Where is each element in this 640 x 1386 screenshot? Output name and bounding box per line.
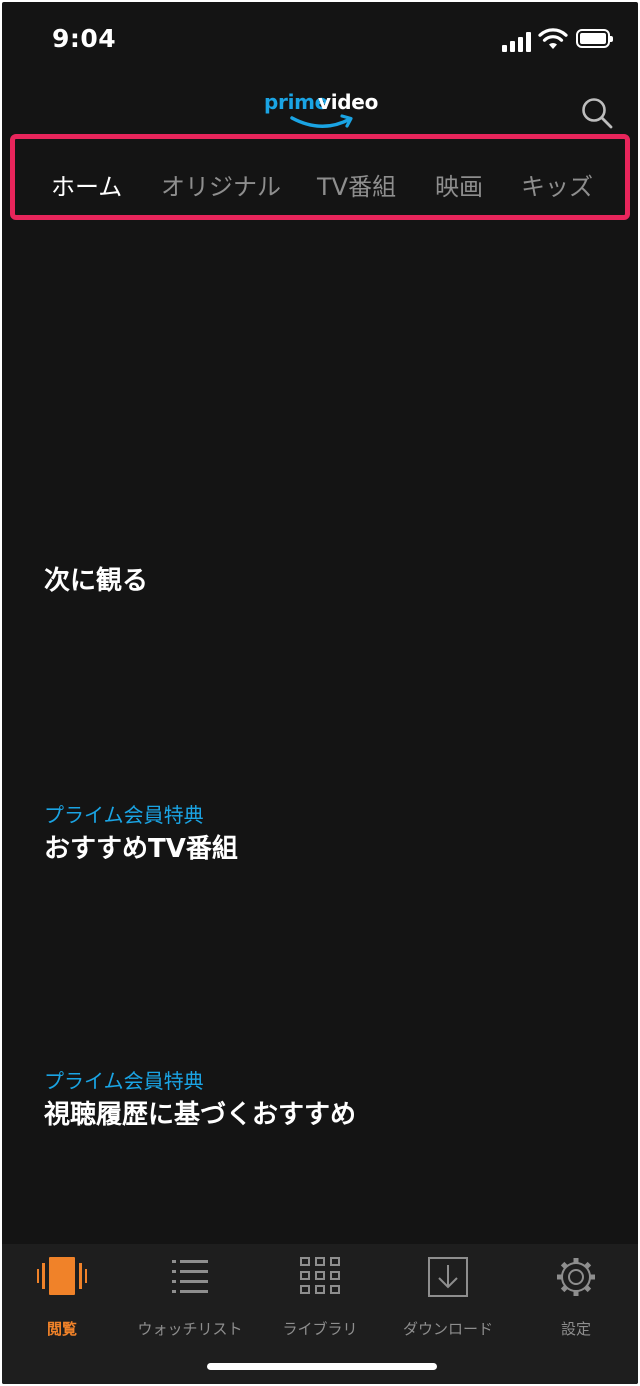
section-subtitle-prime-benefit: プライム会員特典 — [44, 803, 204, 827]
section-title-history-recommendations: 視聴履歴に基づくおすすめ — [44, 1100, 357, 1130]
home-indicator[interactable] — [207, 1363, 437, 1370]
wifi-icon — [538, 28, 568, 49]
nav-downloads-label: ダウンロード — [402, 1320, 493, 1338]
tab-home[interactable]: ホーム — [51, 167, 122, 202]
nav-browse-label: 閲覧 — [46, 1320, 77, 1338]
nav-library-label: ライブラリ — [282, 1320, 358, 1338]
cellular-signal-icon — [502, 30, 536, 52]
nav-library[interactable]: ライブラリ — [260, 1256, 380, 1346]
battery-icon — [576, 29, 613, 48]
section-title-recommended-tv: おすすめTV番組 — [44, 834, 238, 864]
app-screen: 9:04 prime video ホーム オリジナル TV番組 映画 キッズ 次… — [2, 2, 638, 1384]
nav-settings-label: 設定 — [560, 1320, 591, 1338]
search-icon[interactable] — [580, 96, 614, 130]
download-icon — [428, 1257, 468, 1297]
library-icon — [300, 1257, 340, 1294]
tab-originals[interactable]: オリジナル — [161, 167, 281, 202]
browse-icon — [37, 1257, 87, 1295]
prime-video-logo[interactable]: prime video — [264, 90, 380, 136]
category-tabs: ホーム オリジナル TV番組 映画 キッズ — [10, 134, 630, 220]
watchlist-icon — [172, 1260, 208, 1293]
gear-icon — [557, 1258, 595, 1296]
nav-settings[interactable]: 設定 — [516, 1256, 636, 1346]
nav-downloads[interactable]: ダウンロード — [388, 1256, 508, 1346]
nav-watchlist-label: ウォッチリスト — [137, 1320, 243, 1338]
status-time: 9:04 — [52, 24, 117, 53]
tab-kids[interactable]: キッズ — [521, 167, 593, 202]
tab-movies[interactable]: 映画 — [435, 167, 483, 202]
smile-arrow-icon — [290, 114, 353, 128]
section-title-next-up: 次に観る — [44, 566, 149, 596]
section-subtitle-prime-benefit: プライム会員特典 — [44, 1069, 204, 1093]
tab-tv-shows[interactable]: TV番組 — [317, 167, 396, 202]
nav-browse[interactable]: 閲覧 — [2, 1256, 122, 1346]
nav-watchlist[interactable]: ウォッチリスト — [130, 1256, 250, 1346]
logo-video-text: video — [318, 90, 379, 114]
status-bar: 9:04 — [2, 2, 638, 82]
